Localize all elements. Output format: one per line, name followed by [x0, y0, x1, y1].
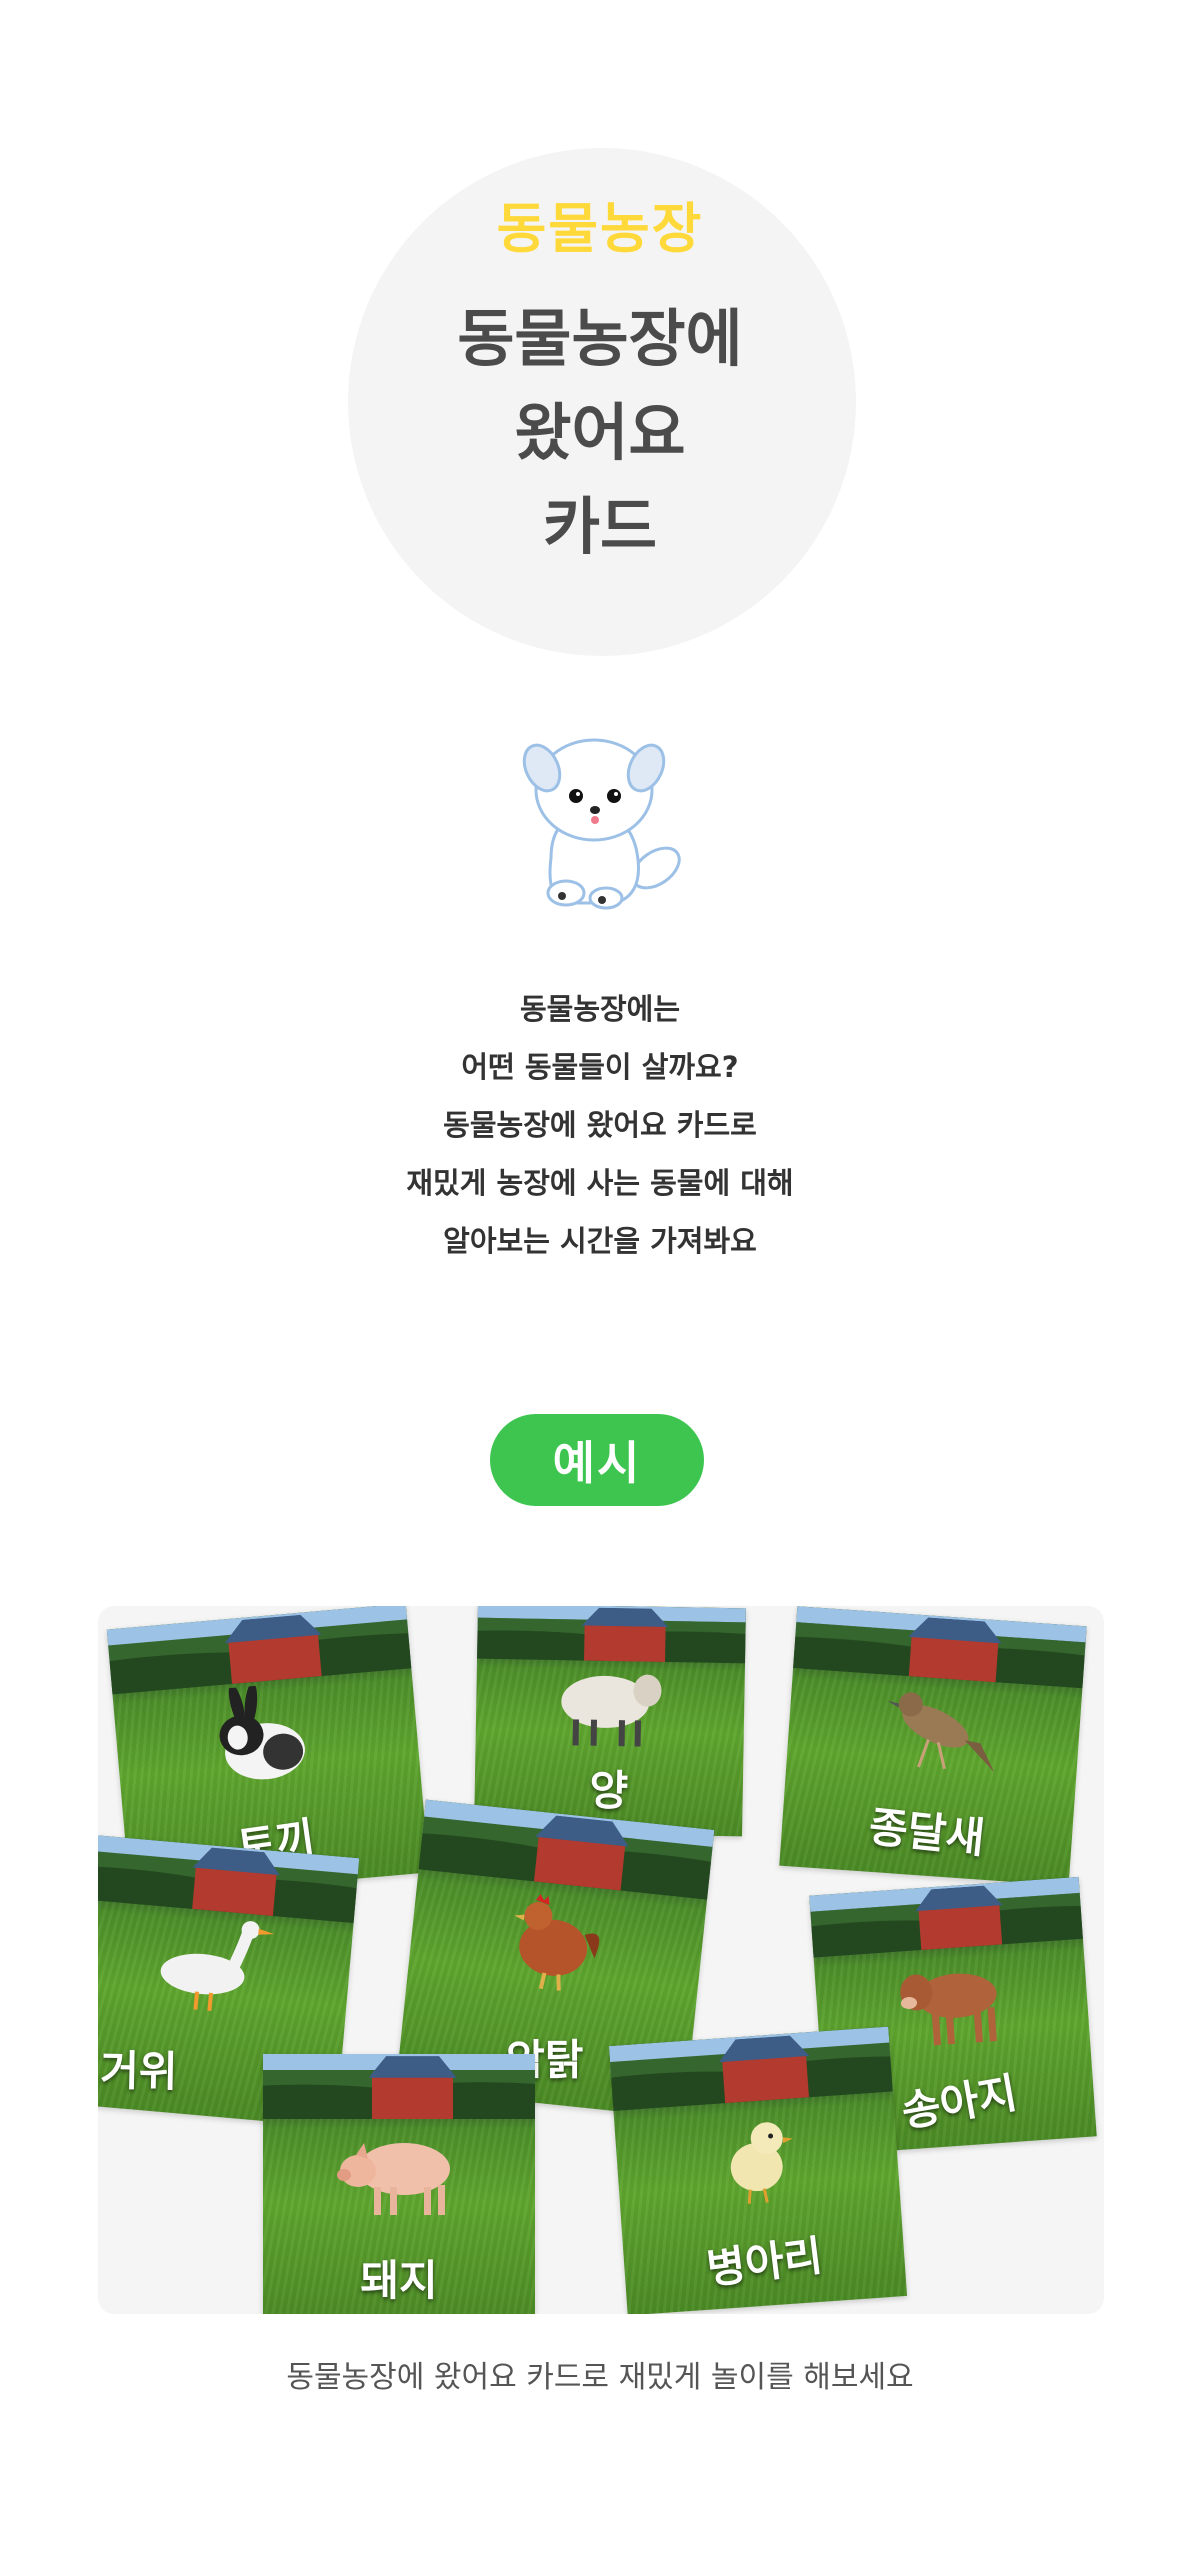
goose-icon [160, 1920, 275, 2011]
sheep-icon [561, 1674, 662, 1747]
hero-title-line: 카드 [542, 490, 658, 563]
animal-card-chick: 병아리 [608, 2026, 908, 2314]
intro-line: 동물농장에 왔어요 카드로 [443, 1108, 757, 1142]
animal-card-lark: 종달새 [779, 1606, 1087, 1886]
example-badge: 예시 [490, 1414, 704, 1506]
rabbit-icon [219, 1682, 305, 1780]
caption: 동물농장에 왔어요 카드로 재밌게 놀이를 해보세요 [286, 2360, 914, 2395]
hero-title: 동물농장에 왔어요 카드 [0, 292, 1200, 574]
pig-icon [337, 2142, 450, 2215]
hen-icon [514, 1893, 600, 1991]
hero-title-line: 왔어요 [514, 396, 686, 469]
lark-icon [887, 1692, 995, 1773]
card-label: 돼지 [360, 2256, 438, 2305]
hero-subtitle: 동물농장 [496, 197, 704, 260]
chick-icon [730, 2122, 793, 2204]
intro-line: 동물농장에는 [519, 992, 681, 1026]
example-panel: 토끼 양 종달새 거위 암탉 송아지 돼지 병아리 [98, 1606, 1104, 2314]
hero-title-line: 동물농장에 [457, 302, 743, 375]
puppy-icon [522, 738, 681, 910]
calf-icon [900, 1973, 997, 2046]
animal-card-pig: 돼지 [263, 2054, 535, 2314]
intro-line: 재밌게 농장에 사는 동물에 대해 [406, 1166, 794, 1200]
intro-text: 동물농장에는 어떤 동물들이 살까요? 동물농장에 왔어요 카드로 재밌게 농장… [0, 980, 1200, 1270]
intro-line: 어떤 동물들이 살까요? [461, 1050, 739, 1084]
animal-card-sheep: 양 [474, 1606, 746, 1837]
intro-line: 알아보는 시간을 가져봐요 [443, 1224, 757, 1258]
